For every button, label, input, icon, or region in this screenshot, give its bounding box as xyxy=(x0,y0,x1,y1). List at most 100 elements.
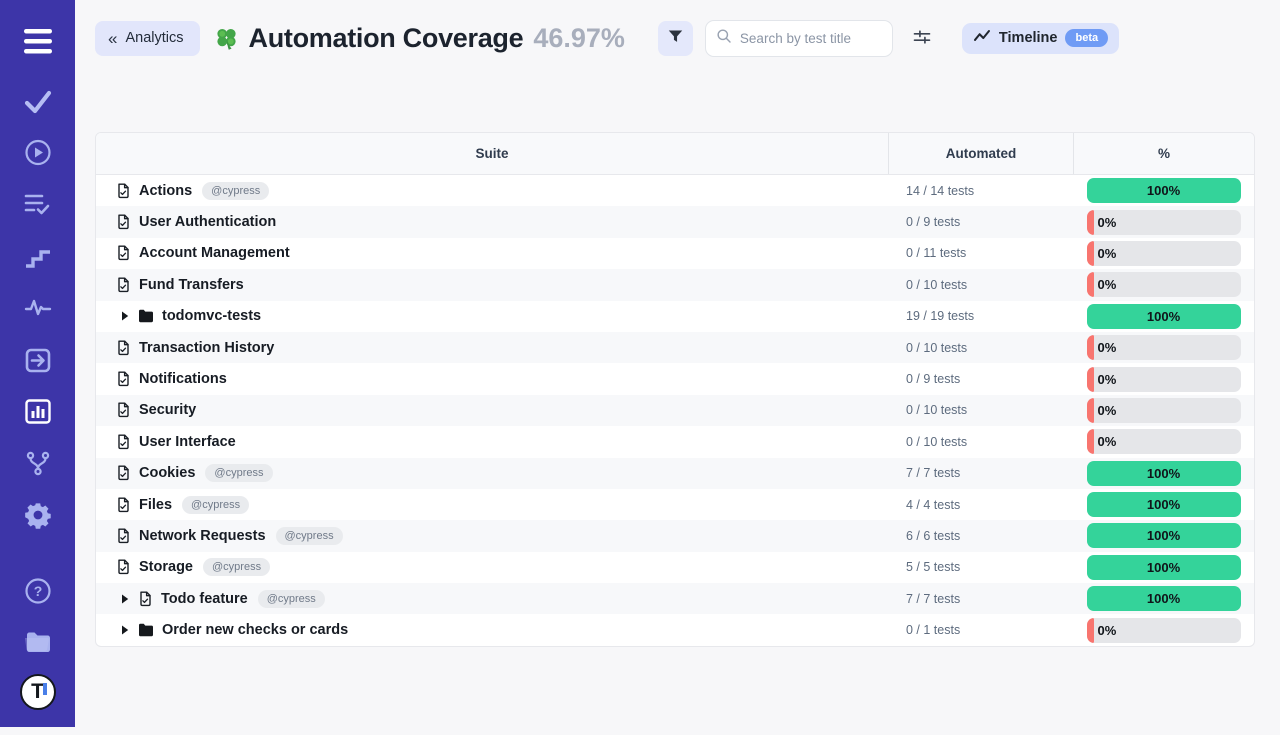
automated-cell: 0 / 10 tests xyxy=(888,339,1073,357)
table-row[interactable]: Files @cypress 4 / 4 tests 100% xyxy=(96,489,1254,520)
file-check-icon xyxy=(116,183,131,199)
table-row[interactable]: todomvc-tests 19 / 19 tests 100% xyxy=(96,301,1254,332)
page-title: Automation Coverage xyxy=(249,23,524,54)
automated-count: 19 / 19 tests xyxy=(906,309,974,323)
automated-count: 0 / 9 tests xyxy=(906,372,960,386)
projects-folder-icon[interactable] xyxy=(23,629,53,654)
table-row[interactable]: Cookies @cypress 7 / 7 tests 100% xyxy=(96,458,1254,489)
percent-bar-zero: 0% xyxy=(1087,335,1241,360)
percent-bar-zero: 0% xyxy=(1087,241,1241,266)
app-logo[interactable]: T xyxy=(20,674,56,710)
logo-accent xyxy=(43,683,47,695)
file-check-icon xyxy=(116,465,131,481)
suite-tag-badge: @cypress xyxy=(276,527,343,545)
sliders-icon xyxy=(912,27,932,50)
percent-cell: 100% xyxy=(1073,178,1254,203)
file-check-icon xyxy=(116,371,131,387)
import-login-icon[interactable] xyxy=(24,347,52,374)
expand-caret-icon[interactable] xyxy=(121,311,129,321)
suite-tag-badge: @cypress xyxy=(182,496,249,514)
analytics-chart-icon[interactable] xyxy=(24,398,52,425)
percent-cell: 0% xyxy=(1073,398,1254,423)
coverage-table: Suite Automated % Actions @cypress 14 / … xyxy=(95,132,1255,647)
percent-bar-zero: 0% xyxy=(1087,618,1241,643)
table-row[interactable]: Actions @cypress 14 / 14 tests 100% xyxy=(96,175,1254,206)
folder-icon xyxy=(138,309,154,323)
table-row[interactable]: Account Management 0 / 11 tests 0% xyxy=(96,238,1254,269)
settings-gear-icon[interactable] xyxy=(24,501,52,529)
table-row[interactable]: Security 0 / 10 tests 0% xyxy=(96,395,1254,426)
suite-cell: Storage @cypress xyxy=(96,558,888,576)
branches-git-icon[interactable] xyxy=(24,450,51,477)
suite-tag-badge: @cypress xyxy=(202,182,269,200)
expand-caret-icon[interactable] xyxy=(121,594,129,604)
suite-name: Account Management xyxy=(139,245,290,261)
percent-red-chip xyxy=(1087,618,1094,643)
table-row[interactable]: Order new checks or cards 0 / 1 tests 0% xyxy=(96,614,1254,645)
table-row[interactable]: Transaction History 0 / 10 tests 0% xyxy=(96,332,1254,363)
automated-cell: 0 / 1 tests xyxy=(888,621,1073,639)
table-row[interactable]: User Interface 0 / 10 tests 0% xyxy=(96,426,1254,457)
sidebar: ? T xyxy=(0,0,75,727)
topbar: « Analytics Automation Coverage 46.97% T… xyxy=(75,0,1280,90)
automated-count: 4 / 4 tests xyxy=(906,498,960,512)
hamburger-menu-icon[interactable] xyxy=(23,28,53,55)
percent-cell: 0% xyxy=(1073,367,1254,392)
percent-bar-full: 100% xyxy=(1087,492,1241,517)
percent-red-chip xyxy=(1087,241,1094,266)
expand-caret-icon[interactable] xyxy=(121,625,129,635)
automated-cell: 6 / 6 tests xyxy=(888,527,1073,545)
back-label: Analytics xyxy=(125,30,183,46)
table-row[interactable]: Fund Transfers 0 / 10 tests 0% xyxy=(96,269,1254,300)
automated-cell: 0 / 10 tests xyxy=(888,433,1073,451)
suite-name: Cookies xyxy=(139,465,195,481)
help-question-icon[interactable]: ? xyxy=(24,577,52,605)
file-check-icon xyxy=(116,402,131,418)
percent-cell: 100% xyxy=(1073,461,1254,486)
table-row[interactable]: Network Requests @cypress 6 / 6 tests 10… xyxy=(96,520,1254,551)
suite-cell: Notifications xyxy=(96,371,888,387)
table-row[interactable]: Storage @cypress 5 / 5 tests 100% xyxy=(96,552,1254,583)
suite-name: Network Requests xyxy=(139,528,266,544)
file-check-icon xyxy=(116,245,131,261)
suite-name: Files xyxy=(139,497,172,513)
percent-red-chip xyxy=(1087,210,1094,235)
suite-name: User Authentication xyxy=(139,214,276,230)
suite-cell: Cookies @cypress xyxy=(96,464,888,482)
search-icon xyxy=(716,28,732,49)
suite-cell: Security xyxy=(96,402,888,418)
file-check-icon xyxy=(116,528,131,544)
table-body: Actions @cypress 14 / 14 tests 100% User… xyxy=(96,175,1254,646)
pulse-activity-icon[interactable] xyxy=(24,296,52,318)
suite-cell: Fund Transfers xyxy=(96,277,888,293)
percent-label: 0% xyxy=(1098,623,1117,638)
automated-cell: 0 / 9 tests xyxy=(888,213,1073,231)
automated-count: 0 / 10 tests xyxy=(906,403,967,417)
file-check-icon xyxy=(138,591,153,607)
automated-cell: 0 / 9 tests xyxy=(888,370,1073,388)
table-row[interactable]: Todo feature @cypress 7 / 7 tests 100% xyxy=(96,583,1254,614)
automated-cell: 5 / 5 tests xyxy=(888,558,1073,576)
percent-cell: 0% xyxy=(1073,618,1254,643)
percent-bar-zero: 0% xyxy=(1087,367,1241,392)
suite-cell: Transaction History xyxy=(96,340,888,356)
coverage-percent: 46.97% xyxy=(533,23,625,54)
suite-cell: Account Management xyxy=(96,245,888,261)
suite-tag-badge: @cypress xyxy=(203,558,270,576)
suite-name: Fund Transfers xyxy=(139,277,244,293)
test-plans-list-icon[interactable] xyxy=(24,192,52,218)
filter-button[interactable] xyxy=(658,21,693,56)
suite-cell: todomvc-tests xyxy=(96,308,888,324)
timeline-button[interactable]: Timeline beta xyxy=(962,23,1119,54)
display-settings-button[interactable] xyxy=(908,23,936,54)
steps-stairs-icon[interactable] xyxy=(24,245,52,269)
tests-check-icon[interactable] xyxy=(24,90,52,114)
search-input[interactable] xyxy=(740,31,882,46)
back-to-analytics-button[interactable]: « Analytics xyxy=(95,21,200,56)
runs-play-icon[interactable] xyxy=(24,139,51,166)
table-row[interactable]: Notifications 0 / 9 tests 0% xyxy=(96,363,1254,394)
automated-cell: 19 / 19 tests xyxy=(888,307,1073,325)
percent-cell: 100% xyxy=(1073,586,1254,611)
percent-bar-full: 100% xyxy=(1087,178,1241,203)
table-row[interactable]: User Authentication 0 / 9 tests 0% xyxy=(96,206,1254,237)
